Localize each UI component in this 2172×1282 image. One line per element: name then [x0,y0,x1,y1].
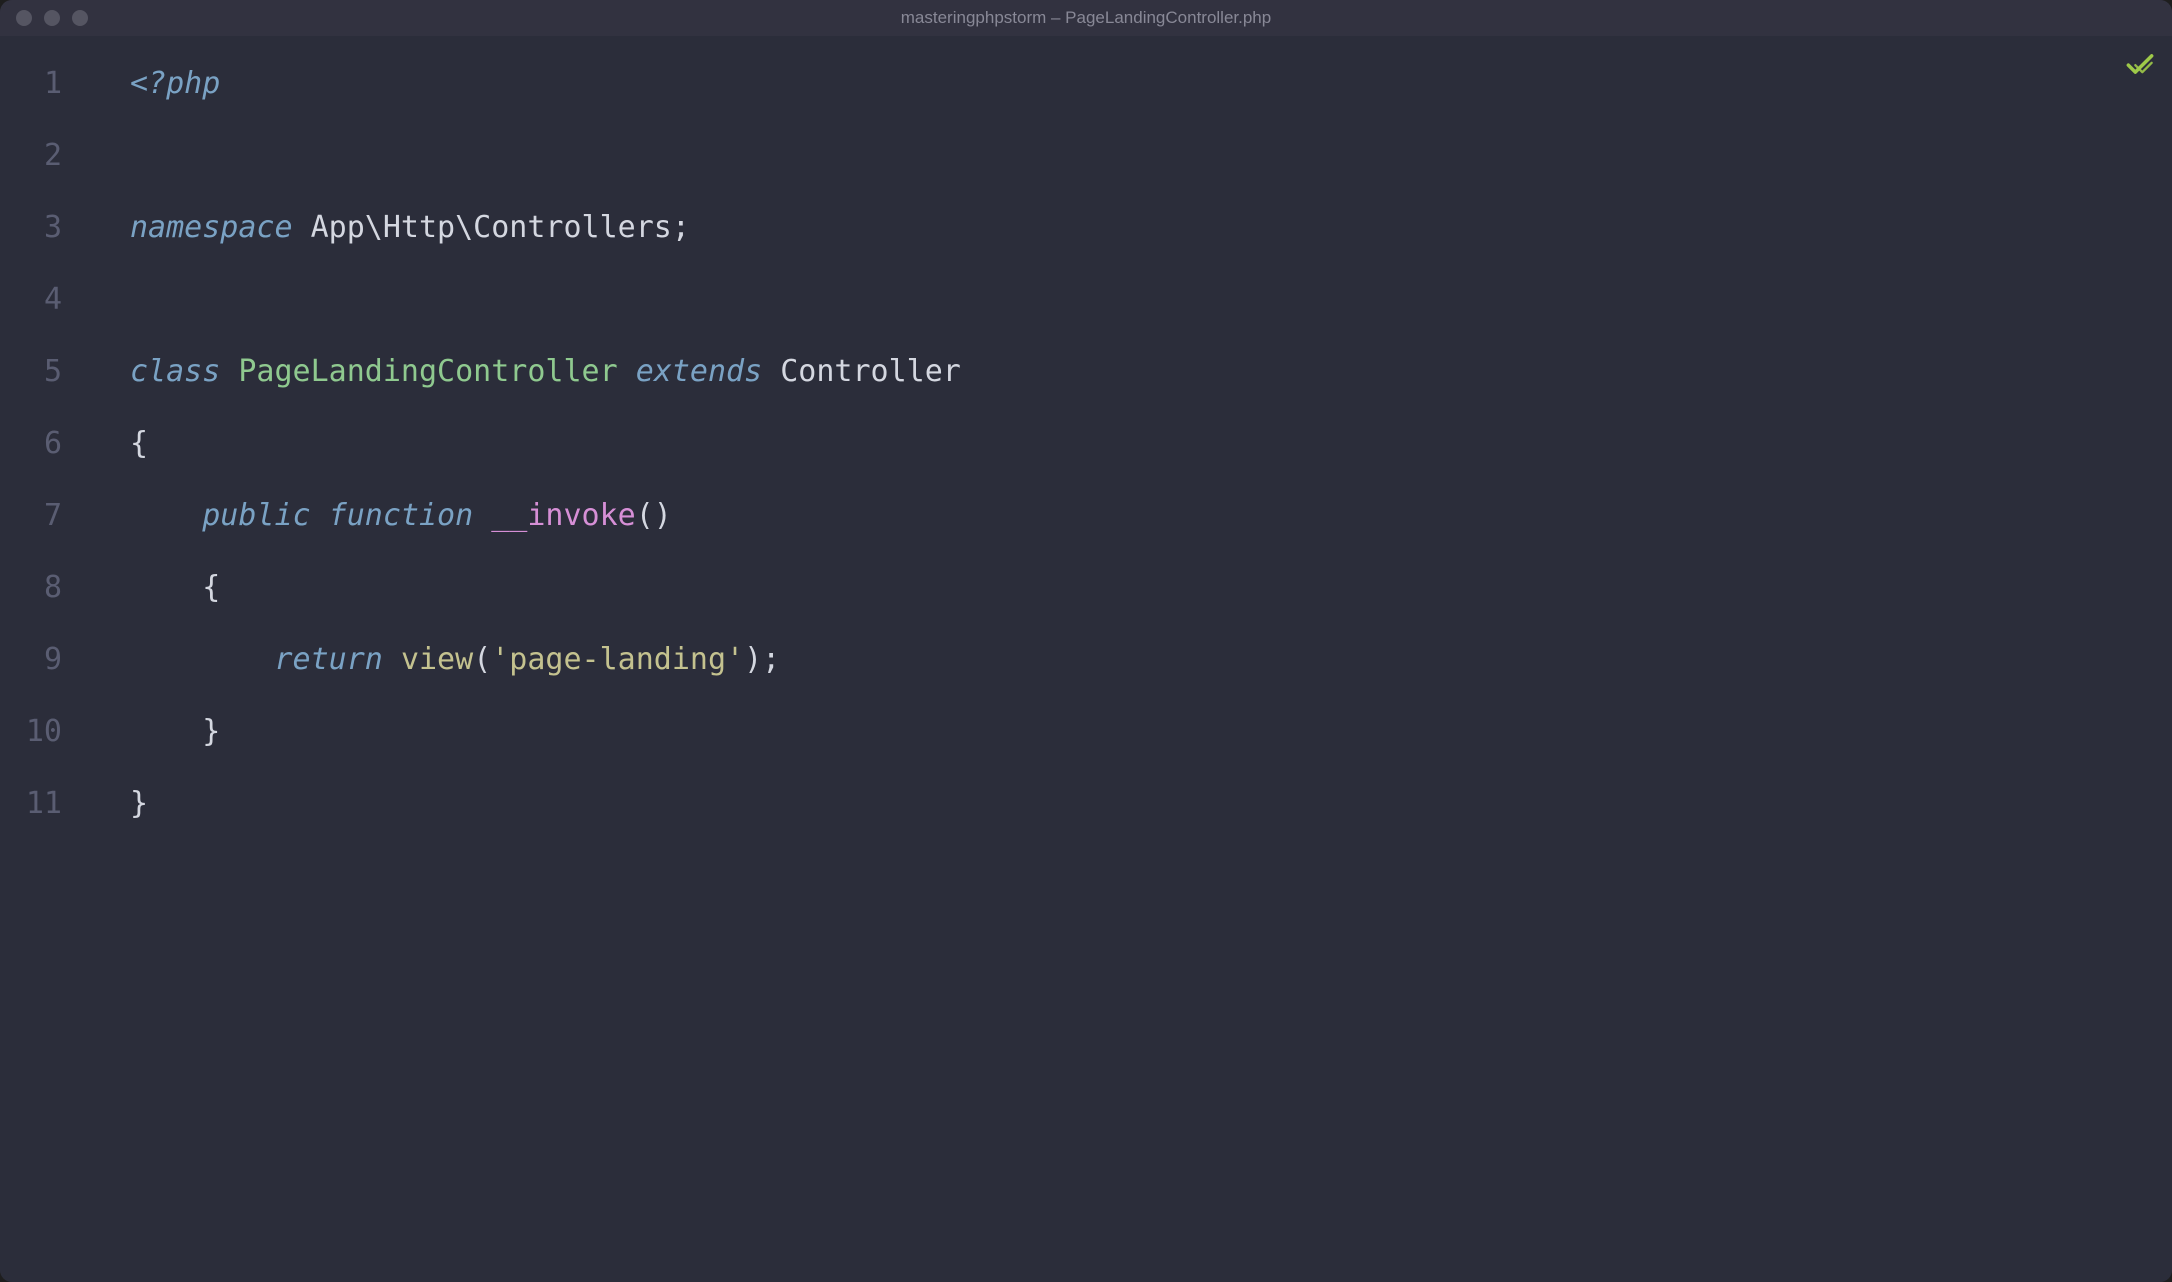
code-token: App\Http\Controllers; [293,210,690,245]
code-token: ( [473,642,491,677]
editor-area[interactable]: 1 2 3 4 5 6 7 8 9 10 11 <?php namespace A… [0,36,2172,1282]
line-number[interactable]: 3 [0,192,62,264]
code-token: { [130,426,148,461]
gutter: 1 2 3 4 5 6 7 8 9 10 11 [0,48,90,1282]
code-token [220,354,238,389]
line-number[interactable]: 10 [0,696,62,768]
line-number[interactable]: 7 [0,480,62,552]
code-token: 'page-landing' [491,642,744,677]
code-token [130,498,202,533]
code-token: { [202,570,220,605]
line-number[interactable]: 2 [0,120,62,192]
code-line[interactable]: public function __invoke() [130,480,2172,552]
titlebar: masteringphpstorm – PageLandingControlle… [0,0,2172,36]
close-button[interactable] [16,10,32,26]
code-line[interactable]: class PageLandingController extends Cont… [130,336,2172,408]
code-line[interactable]: } [130,696,2172,768]
line-number[interactable]: 1 [0,48,62,120]
code-token: public [202,498,310,533]
code-line[interactable]: namespace App\Http\Controllers; [130,192,2172,264]
window-title: masteringphpstorm – PageLandingControlle… [901,8,1271,28]
traffic-lights [16,10,88,26]
maximize-button[interactable] [72,10,88,26]
code-token: namespace [130,210,293,245]
code-line[interactable]: <?php [130,48,2172,120]
code-token: ); [744,642,780,677]
code-token: PageLandingController [238,354,617,389]
code-token [130,642,275,677]
code-token [473,498,491,533]
line-number[interactable]: 11 [0,768,62,840]
code-line[interactable]: } [130,768,2172,840]
code-line[interactable] [130,120,2172,192]
code-line[interactable]: return view('page-landing'); [130,624,2172,696]
code-line[interactable] [130,264,2172,336]
code-token: } [130,786,148,821]
code-token: () [636,498,672,533]
analysis-ok-icon[interactable] [2126,50,2154,78]
code-token: view [401,642,473,677]
code-token: class [130,354,220,389]
code-token: __invoke [491,498,636,533]
line-number[interactable]: 5 [0,336,62,408]
code-line[interactable]: { [130,552,2172,624]
code-token [383,642,401,677]
line-number[interactable]: 6 [0,408,62,480]
code-token: Controller [762,354,961,389]
code-token: function [329,498,474,533]
line-number[interactable]: 8 [0,552,62,624]
code-token [130,714,202,749]
code-token: } [202,714,220,749]
line-number[interactable]: 4 [0,264,62,336]
code-token [618,354,636,389]
code-token [130,570,202,605]
code-token: <?php [130,66,220,101]
code-token: extends [636,354,762,389]
editor-window: masteringphpstorm – PageLandingControlle… [0,0,2172,1282]
code-line[interactable]: { [130,408,2172,480]
code-token: return [275,642,383,677]
code-content[interactable]: <?php namespace App\Http\Controllers; clas… [90,48,2172,1282]
line-number[interactable]: 9 [0,624,62,696]
code-token [311,498,329,533]
minimize-button[interactable] [44,10,60,26]
